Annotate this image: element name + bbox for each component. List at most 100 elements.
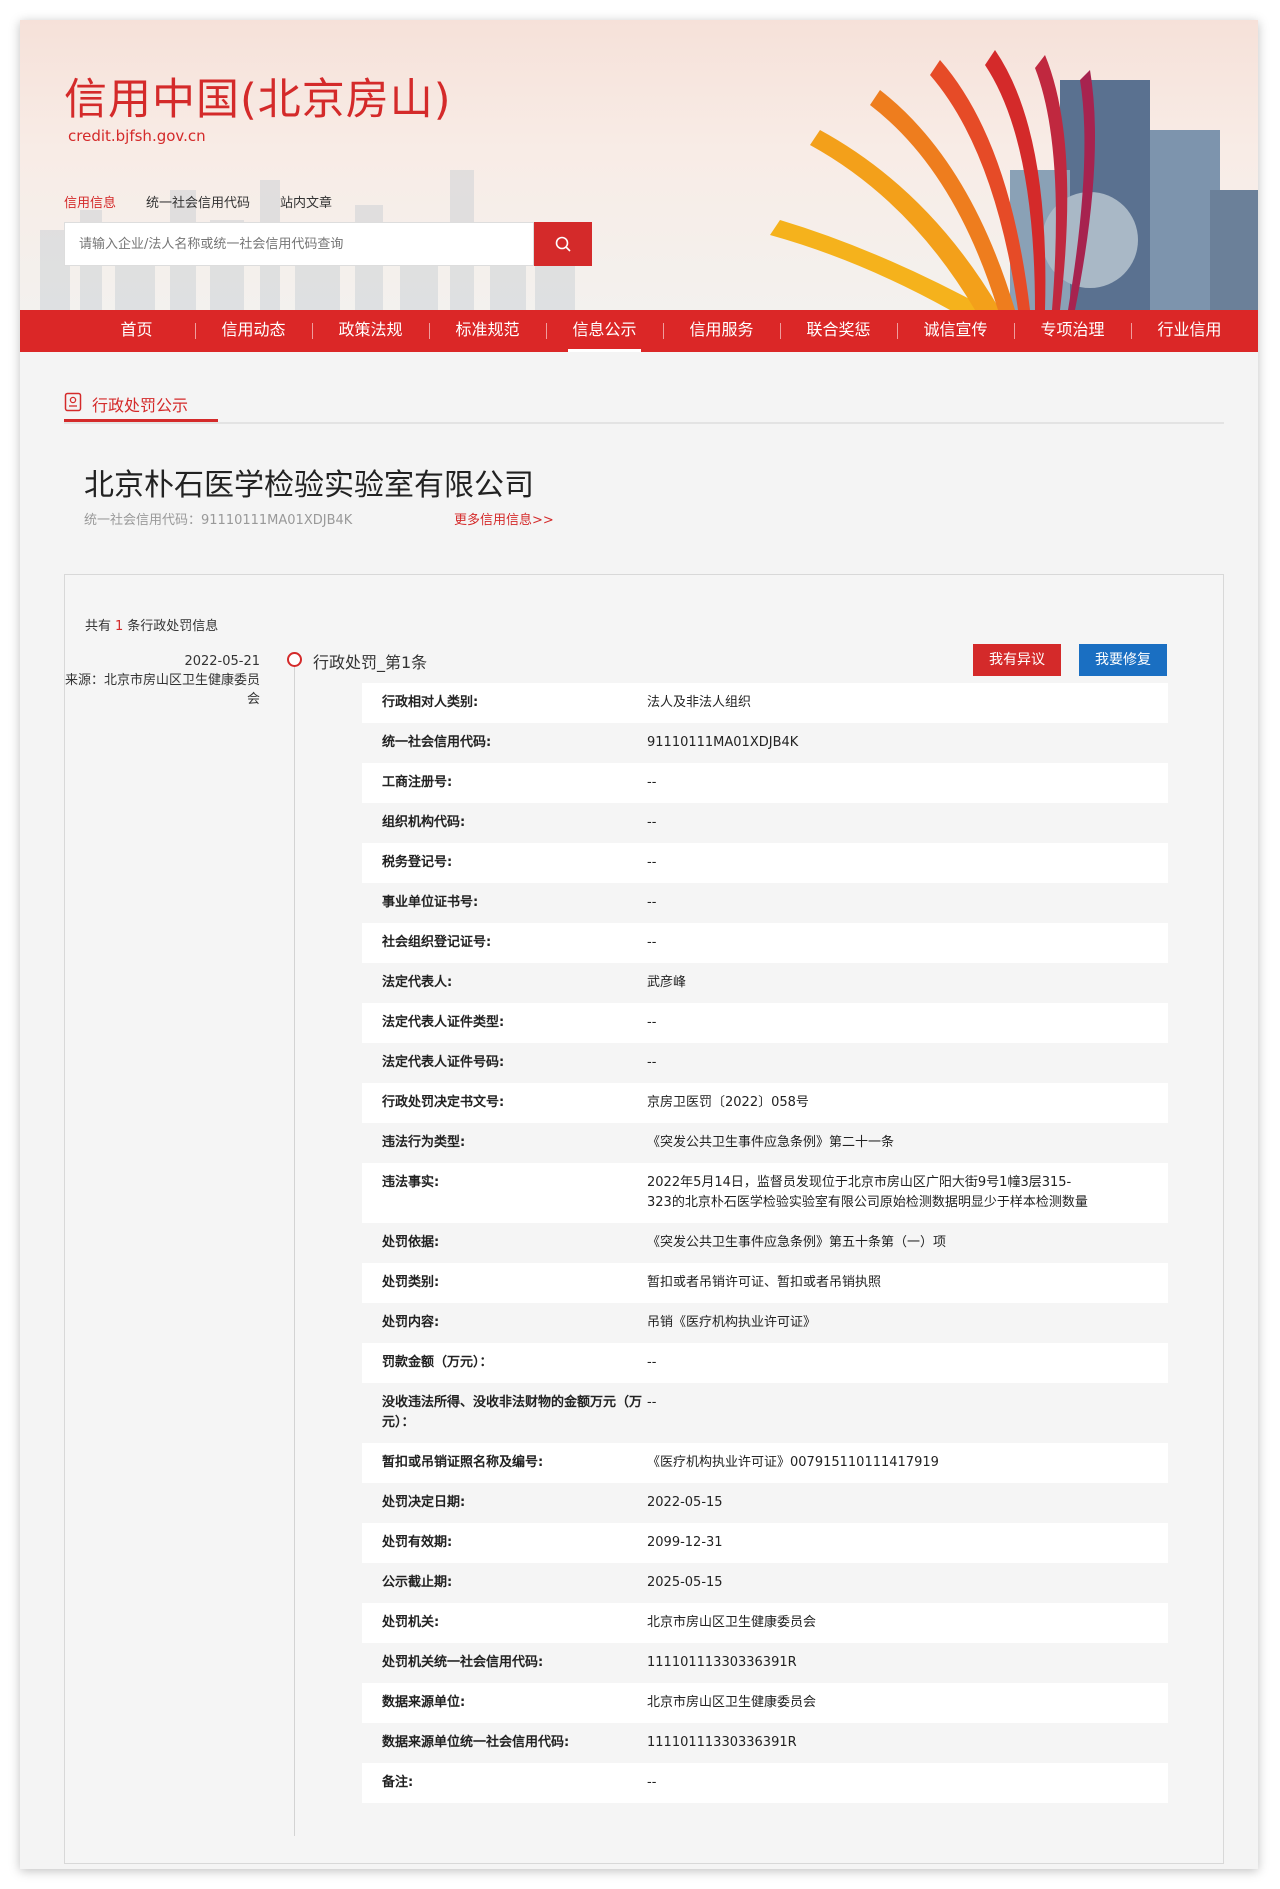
detail-label: 法定代表人证件号码:: [382, 1055, 505, 1070]
nav-item-integrity[interactable]: 诚信宣传: [897, 310, 1014, 352]
nav-item-credit-news[interactable]: 信用动态: [195, 310, 312, 352]
detail-label: 处罚类别:: [382, 1275, 440, 1290]
detail-value: --: [647, 935, 657, 950]
detail-value: 91110111MA01XDJB4K: [647, 735, 799, 750]
record-title: 行政处罚_第1条: [313, 653, 428, 672]
detail-label: 数据来源单位统一社会信用代码:: [382, 1735, 570, 1750]
detail-row: 法定代表人证件号码: --: [362, 1043, 1168, 1083]
nav-item-standards[interactable]: 标准规范: [429, 310, 546, 352]
search-tab-credit-info[interactable]: 信用信息: [64, 192, 116, 211]
detail-row: 处罚有效期: 2099-12-31: [362, 1523, 1168, 1563]
page-frame: 信用中国(北京房山) credit.bjfsh.gov.cn 信用信息 统一社会…: [20, 20, 1258, 1869]
detail-row: 税务登记号: --: [362, 843, 1168, 883]
detail-value: 武彦峰: [647, 975, 687, 990]
detail-row: 事业单位证书号: --: [362, 883, 1168, 923]
nav-item-info-disclosure[interactable]: 信息公示: [546, 310, 663, 352]
detail-row: 数据来源单位统一社会信用代码: 11110111330336391R: [362, 1723, 1168, 1763]
detail-value: 《突发公共卫生事件应急条例》第五十条第（一）项: [647, 1235, 947, 1250]
timeline-dot: [287, 652, 302, 667]
nav-item-policies[interactable]: 政策法规: [312, 310, 429, 352]
detail-value: --: [647, 1355, 657, 1370]
detail-value: --: [647, 775, 657, 790]
detail-row: 处罚依据: 《突发公共卫生事件应急条例》第五十条第（一）项: [362, 1223, 1168, 1263]
detail-label: 公示截止期:: [382, 1575, 453, 1590]
repair-button[interactable]: 我要修复: [1079, 644, 1167, 676]
detail-row: 组织机构代码: --: [362, 803, 1168, 843]
detail-value: --: [647, 1395, 657, 1410]
record-count-prefix: 共有: [85, 619, 112, 634]
detail-row: 法定代表人证件类型: --: [362, 1003, 1168, 1043]
nav-item-credit-services[interactable]: 信用服务: [663, 310, 780, 352]
nav-item-special-governance[interactable]: 专项治理: [1014, 310, 1131, 352]
detail-row: 违法行为类型: 《突发公共卫生事件应急条例》第二十一条: [362, 1123, 1168, 1163]
detail-row: 社会组织登记证号: --: [362, 923, 1168, 963]
search-icon: [555, 236, 571, 252]
detail-label: 组织机构代码:: [382, 815, 466, 830]
detail-label: 处罚决定日期:: [382, 1495, 466, 1510]
detail-value: 2099-12-31: [647, 1535, 723, 1550]
nav-item-joint-rewards[interactable]: 联合奖惩: [780, 310, 897, 352]
detail-row: 处罚机关统一社会信用代码: 11110111330336391R: [362, 1643, 1168, 1683]
record-meta: 2022-05-21 来源：北京市房山区卫生健康委员会: [65, 652, 260, 709]
detail-row: 没收违法所得、没收非法财物的金额万元（万元）： --: [362, 1383, 1168, 1443]
detail-value: --: [647, 1775, 657, 1790]
detail-value: 11110111330336391R: [647, 1735, 797, 1750]
detail-value: 2022年5月14日，监督员发现位于北京市房山区广阳大街9号1幢3层315-32…: [647, 1175, 1088, 1210]
records-panel: 共有 1 条行政处罚信息 2022-05-21 来源：北京市房山区卫生健康委员会 行…: [64, 574, 1224, 1864]
detail-label: 法定代表人:: [382, 975, 453, 990]
detail-value: 11110111330336391R: [647, 1655, 797, 1670]
detail-value: 暂扣或者吊销许可证、暂扣或者吊销执照: [647, 1275, 882, 1290]
nav-item-industry-credit[interactable]: 行业信用: [1131, 310, 1248, 352]
record-count: 共有 1 条行政处罚信息: [85, 615, 218, 634]
detail-value: --: [647, 1015, 657, 1030]
detail-row: 工商注册号: --: [362, 763, 1168, 803]
detail-label: 处罚机关:: [382, 1615, 440, 1630]
record-date: 2022-05-21: [184, 654, 260, 669]
detail-label: 社会组织登记证号:: [382, 935, 492, 950]
record-count-number: 1: [115, 619, 124, 634]
search-input[interactable]: [65, 223, 533, 265]
detail-row: 统一社会信用代码: 91110111MA01XDJB4K: [362, 723, 1168, 763]
detail-label: 违法事实:: [382, 1175, 440, 1190]
site-url: credit.bjfsh.gov.cn: [68, 127, 206, 145]
detail-value: 法人及非法人组织: [647, 695, 752, 710]
detail-value: --: [647, 815, 657, 830]
detail-row: 公示截止期: 2025-05-15: [362, 1563, 1168, 1603]
detail-label: 行政相对人类别:: [382, 695, 479, 710]
detail-label: 违法行为类型:: [382, 1135, 466, 1150]
company-name: 北京朴石医学检验实验室有限公司: [84, 468, 534, 503]
detail-value: 吊销《医疗机构执业许可证》: [647, 1315, 817, 1330]
detail-row: 行政相对人类别: 法人及非法人组织: [362, 683, 1168, 723]
nav-item-home[interactable]: 首页: [78, 310, 195, 352]
detail-label: 没收违法所得、没收非法财物的金额万元（万元）：: [382, 1395, 643, 1430]
search-box: [64, 222, 534, 266]
record-source: 来源：北京市房山区卫生健康委员会: [65, 673, 261, 707]
detail-label: 处罚机关统一社会信用代码:: [382, 1655, 544, 1670]
detail-value: 北京市房山区卫生健康委员会: [647, 1695, 817, 1710]
main-nav: 首页 信用动态 政策法规 标准规范 信息公示 信用服务 联合奖惩 诚信宣传 专项…: [20, 310, 1258, 352]
detail-row: 处罚决定日期: 2022-05-15: [362, 1483, 1168, 1523]
detail-row: 罚款金额（万元）： --: [362, 1343, 1168, 1383]
detail-row: 处罚机关: 北京市房山区卫生健康委员会: [362, 1603, 1168, 1643]
detail-label: 数据来源单位:: [382, 1695, 466, 1710]
detail-row: 处罚内容: 吊销《医疗机构执业许可证》: [362, 1303, 1168, 1343]
detail-label: 处罚依据:: [382, 1235, 440, 1250]
detail-label: 事业单位证书号:: [382, 895, 479, 910]
section-header: 行政处罚公示: [64, 382, 1224, 424]
more-credit-info-link[interactable]: 更多信用信息>>: [454, 509, 554, 528]
search-button[interactable]: [534, 222, 592, 266]
detail-label: 处罚有效期:: [382, 1535, 453, 1550]
search-tab-uscc[interactable]: 统一社会信用代码: [146, 192, 250, 211]
detail-table: 行政相对人类别: 法人及非法人组织 统一社会信用代码: 91110111MA01XD…: [362, 683, 1168, 1803]
company-uscc: 统一社会信用代码：91110111MA01XDJB4K: [84, 513, 353, 528]
detail-value: 北京市房山区卫生健康委员会: [647, 1615, 817, 1630]
detail-value: --: [647, 895, 657, 910]
detail-label: 处罚内容:: [382, 1315, 440, 1330]
search-tab-articles[interactable]: 站内文章: [280, 192, 332, 211]
timeline-line: [294, 658, 295, 1836]
detail-row: 行政处罚决定书文号: 京房卫医罚〔2022〕058号: [362, 1083, 1168, 1123]
detail-label: 税务登记号:: [382, 855, 453, 870]
detail-row: 数据来源单位: 北京市房山区卫生健康委员会: [362, 1683, 1168, 1723]
header-banner: 信用中国(北京房山) credit.bjfsh.gov.cn 信用信息 统一社会…: [20, 20, 1258, 310]
objection-button[interactable]: 我有异议: [973, 644, 1061, 676]
